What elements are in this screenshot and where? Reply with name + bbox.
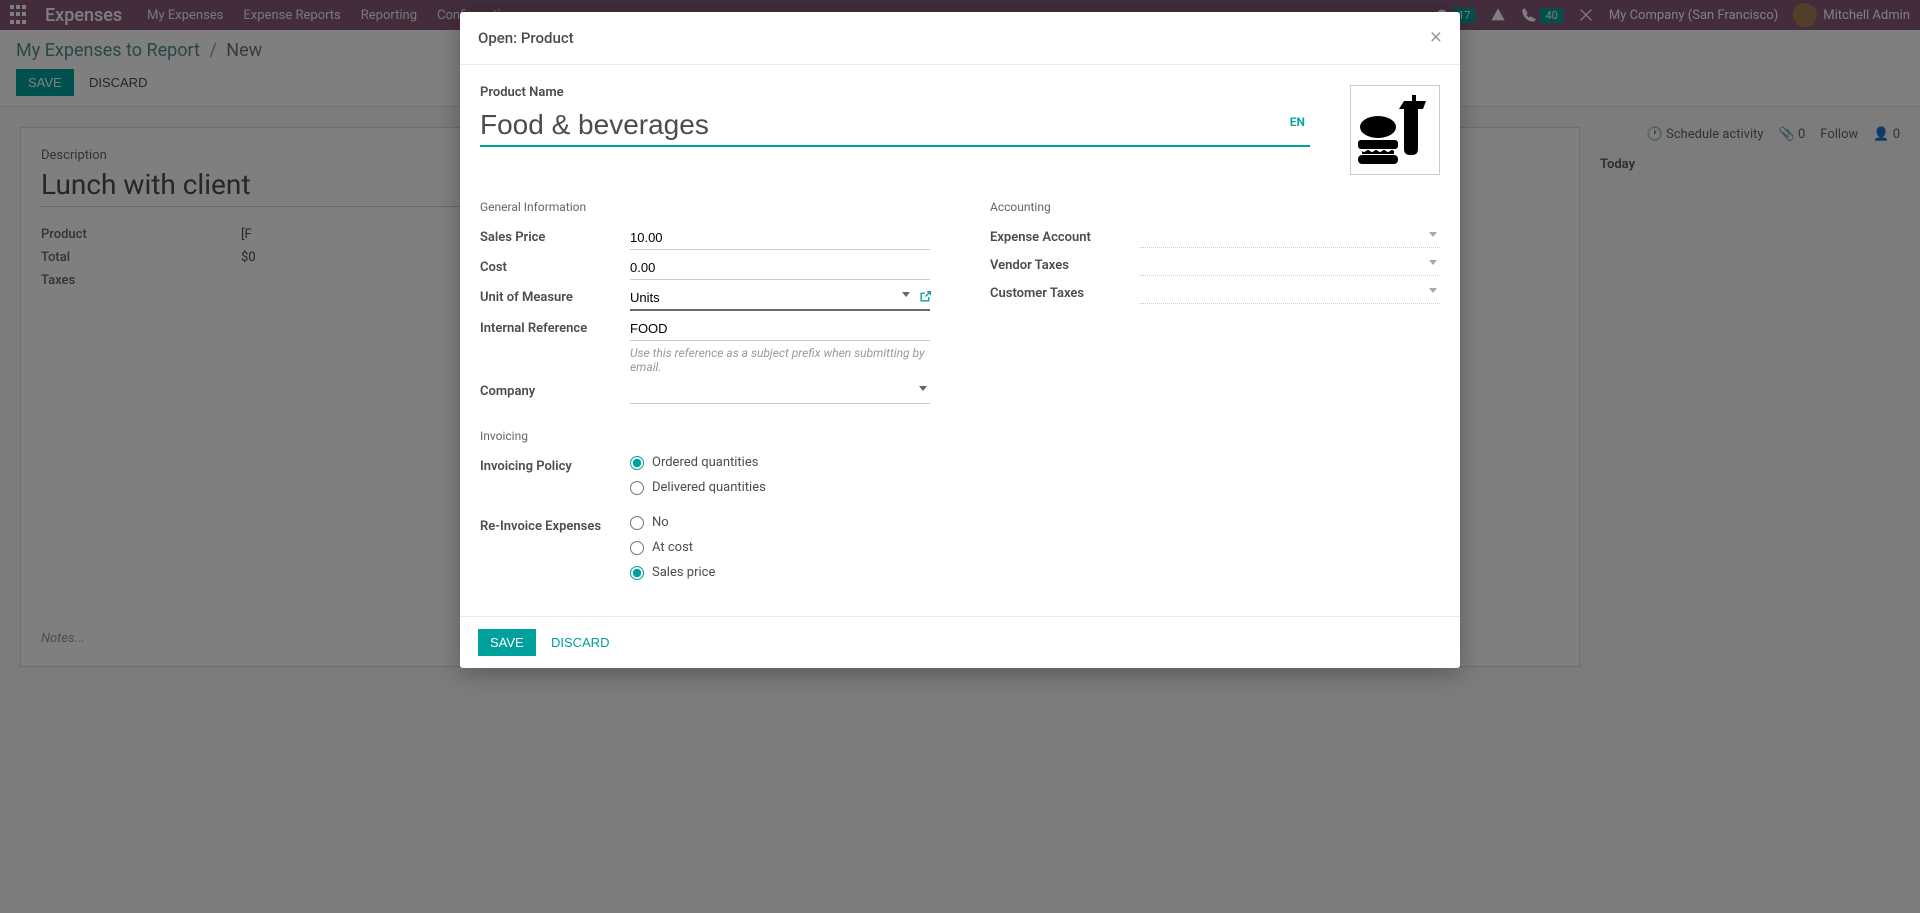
sales-price-label: Sales Price (480, 226, 630, 245)
product-image[interactable] (1350, 85, 1440, 175)
general-info-heading: General Information (480, 200, 930, 214)
chevron-down-icon (919, 386, 927, 391)
chevron-down-icon (1429, 260, 1437, 265)
product-name-input[interactable] (480, 105, 1310, 147)
reinvoice-sales-radio[interactable] (630, 566, 644, 580)
internal-ref-input[interactable] (630, 317, 930, 341)
invoicing-policy-ordered-label[interactable]: Ordered quantities (652, 455, 758, 470)
chevron-down-icon (1429, 232, 1437, 237)
product-modal: Open: Product × Product Name EN (460, 12, 1460, 668)
modal-discard-button[interactable]: DISCARD (539, 629, 622, 656)
invoicing-policy-delivered-radio[interactable] (630, 481, 644, 495)
customer-taxes-label: Customer Taxes (990, 282, 1140, 301)
uom-label: Unit of Measure (480, 286, 630, 305)
reinvoice-atcost-label[interactable]: At cost (652, 540, 693, 555)
accounting-heading: Accounting (990, 200, 1440, 214)
language-badge[interactable]: EN (1290, 115, 1305, 129)
cost-input[interactable] (630, 256, 930, 280)
food-beverage-icon (1358, 95, 1433, 165)
expense-account-label: Expense Account (990, 226, 1140, 245)
reinvoice-atcost-radio[interactable] (630, 541, 644, 555)
expense-account-select[interactable] (1140, 226, 1440, 248)
internal-ref-help: Use this reference as a subject prefix w… (630, 346, 930, 374)
company-select[interactable] (630, 380, 930, 404)
vendor-taxes-label: Vendor Taxes (990, 254, 1140, 273)
product-name-label: Product Name (480, 85, 1310, 100)
chevron-down-icon (902, 292, 910, 297)
modal-title: Open: Product (478, 29, 574, 47)
modal-header: Open: Product × (460, 12, 1460, 65)
reinvoice-no-label[interactable]: No (652, 515, 669, 530)
uom-select[interactable] (630, 286, 930, 311)
invoicing-heading: Invoicing (480, 429, 930, 443)
close-icon[interactable]: × (1430, 26, 1442, 50)
vendor-taxes-select[interactable] (1140, 254, 1440, 276)
invoicing-policy-label: Invoicing Policy (480, 455, 630, 474)
customer-taxes-select[interactable] (1140, 282, 1440, 304)
cost-label: Cost (480, 256, 630, 275)
sales-price-input[interactable] (630, 226, 930, 250)
invoicing-policy-ordered-radio[interactable] (630, 456, 644, 470)
reinvoice-label: Re-Invoice Expenses (480, 515, 630, 534)
modal-footer: SAVE DISCARD (460, 616, 1460, 668)
chevron-down-icon (1429, 288, 1437, 293)
company-label: Company (480, 380, 630, 399)
invoicing-policy-delivered-label[interactable]: Delivered quantities (652, 480, 766, 495)
external-link-icon[interactable] (919, 290, 932, 306)
modal-body: Product Name EN (460, 65, 1460, 616)
reinvoice-no-radio[interactable] (630, 516, 644, 530)
modal-save-button[interactable]: SAVE (478, 629, 536, 656)
reinvoice-sales-label[interactable]: Sales price (652, 565, 715, 580)
internal-ref-label: Internal Reference (480, 317, 630, 336)
